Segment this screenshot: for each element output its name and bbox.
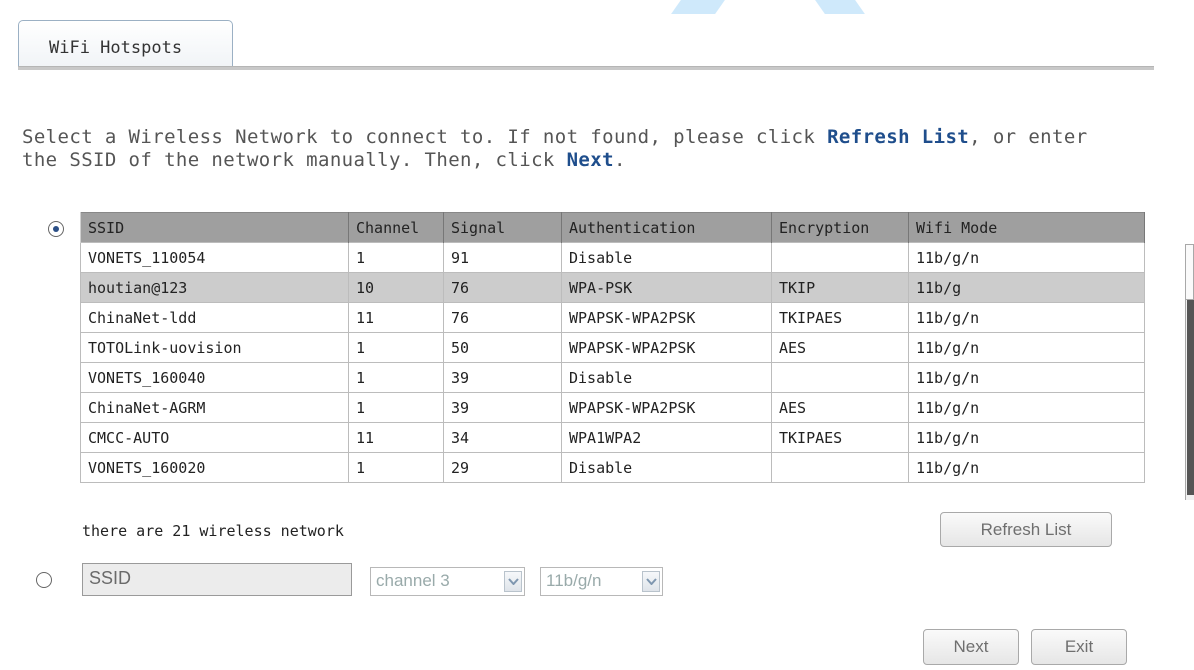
table-row[interactable]: TOTOLink-uovision 1 50 WPAPSK-WPA2PSK AE… (80, 332, 1145, 363)
cell-ssid: CMCC-AUTO (80, 422, 349, 453)
cell-wifi-mode: 11b/g/n (908, 302, 1145, 333)
table-row-selected[interactable]: houtian@123 10 76 WPA-PSK TKIP 11b/g (80, 272, 1145, 303)
cell-encryption: AES (771, 332, 909, 363)
network-table: SSID Channel Signal Authentication Encry… (80, 212, 1145, 483)
cell-signal: 39 (443, 362, 562, 393)
select-from-list-radio[interactable] (48, 221, 64, 237)
cell-ssid: VONETS_110054 (80, 242, 349, 273)
table-row[interactable]: ChinaNet-AGRM 1 39 WPAPSK-WPA2PSK AES 11… (80, 392, 1145, 423)
cell-ssid: ChinaNet-AGRM (80, 392, 349, 423)
tab-bar: WiFi Hotspots (18, 20, 1154, 70)
cell-ssid: TOTOLink-uovision (80, 332, 349, 363)
cell-encryption (771, 362, 909, 393)
channel-select[interactable]: channel 3 (370, 567, 525, 596)
cell-wifi-mode: 11b/g/n (908, 422, 1145, 453)
cell-channel: 1 (348, 242, 444, 273)
cell-authentication: WPAPSK-WPA2PSK (561, 392, 772, 423)
next-link: Next (566, 149, 614, 171)
cell-authentication: Disable (561, 242, 772, 273)
next-button[interactable]: Next (923, 629, 1019, 665)
chevron-down-icon[interactable] (504, 571, 522, 592)
cell-authentication: Disable (561, 362, 772, 393)
table-row[interactable]: VONETS_110054 1 91 Disable 11b/g/n (80, 242, 1145, 273)
cell-wifi-mode: 11b/g (908, 272, 1145, 303)
cell-channel: 10 (348, 272, 444, 303)
cell-wifi-mode: 11b/g/n (908, 392, 1145, 423)
cell-authentication: WPAPSK-WPA2PSK (561, 332, 772, 363)
cell-wifi-mode: 11b/g/n (908, 452, 1145, 483)
manual-entry-radio[interactable] (36, 572, 52, 588)
cell-wifi-mode: 11b/g/n (908, 332, 1145, 363)
table-row[interactable]: VONETS_160040 1 39 Disable 11b/g/n (80, 362, 1145, 393)
tab-wifi-hotspots[interactable]: WiFi Hotspots (18, 20, 233, 66)
cell-channel: 11 (348, 302, 444, 333)
refresh-list-button[interactable]: Refresh List (940, 512, 1112, 547)
table-row[interactable]: ChinaNet-ldd 11 76 WPAPSK-WPA2PSK TKIPAE… (80, 302, 1145, 333)
channel-select-value: channel 3 (376, 571, 450, 590)
cell-channel: 1 (348, 332, 444, 363)
cell-encryption: TKIPAES (771, 302, 909, 333)
cell-encryption: TKIPAES (771, 422, 909, 453)
cell-ssid: VONETS_160020 (80, 452, 349, 483)
instruction-text: Select a Wireless Network to connect to.… (22, 126, 1088, 171)
cell-signal: 39 (443, 392, 562, 423)
radio-selected-dot (53, 226, 59, 232)
table-row[interactable]: CMCC-AUTO 11 34 WPA1WPA2 TKIPAES 11b/g/n (80, 422, 1145, 453)
cell-channel: 1 (348, 452, 444, 483)
cell-encryption (771, 452, 909, 483)
column-header-channel[interactable]: Channel (348, 212, 444, 243)
chevron-down-icon[interactable] (642, 571, 660, 592)
cell-authentication: WPAPSK-WPA2PSK (561, 302, 772, 333)
column-header-ssid[interactable]: SSID (80, 212, 349, 243)
refresh-list-link: Refresh List (827, 126, 970, 148)
table-header-row: SSID Channel Signal Authentication Encry… (80, 212, 1145, 243)
cell-ssid: VONETS_160040 (80, 362, 349, 393)
cell-signal: 91 (443, 242, 562, 273)
cell-encryption: TKIP (771, 272, 909, 303)
cell-wifi-mode: 11b/g/n (908, 362, 1145, 393)
cell-signal: 50 (443, 332, 562, 363)
column-header-signal[interactable]: Signal (443, 212, 562, 243)
exit-button[interactable]: Exit (1031, 629, 1127, 665)
wifi-mode-select[interactable]: 11b/g/n (540, 567, 663, 596)
ssid-input[interactable]: SSID (82, 563, 352, 596)
cell-channel: 1 (348, 362, 444, 393)
cell-channel: 1 (348, 392, 444, 423)
scrollbar-thumb[interactable] (1187, 300, 1194, 495)
cell-ssid: ChinaNet-ldd (80, 302, 349, 333)
cell-signal: 76 (443, 272, 562, 303)
cell-encryption (771, 242, 909, 273)
cell-authentication: WPA1WPA2 (561, 422, 772, 453)
column-header-authentication[interactable]: Authentication (561, 212, 772, 243)
cell-encryption: AES (771, 392, 909, 423)
cell-wifi-mode: 11b/g/n (908, 242, 1145, 273)
column-header-encryption[interactable]: Encryption (771, 212, 909, 243)
cell-signal: 76 (443, 302, 562, 333)
scrollbar-top-cap (1185, 244, 1194, 300)
table-row[interactable]: VONETS_160020 1 29 Disable 11b/g/n (80, 452, 1145, 483)
wifi-mode-select-value: 11b/g/n (546, 571, 602, 590)
cell-ssid: houtian@123 (80, 272, 349, 303)
cell-signal: 34 (443, 422, 562, 453)
network-count-text: there are 21 wireless network (82, 522, 344, 540)
cell-authentication: WPA-PSK (561, 272, 772, 303)
cell-signal: 29 (443, 452, 562, 483)
cell-channel: 11 (348, 422, 444, 453)
column-header-wifi-mode[interactable]: Wifi Mode (908, 212, 1145, 243)
tab-divider (18, 66, 1154, 70)
cell-authentication: Disable (561, 452, 772, 483)
